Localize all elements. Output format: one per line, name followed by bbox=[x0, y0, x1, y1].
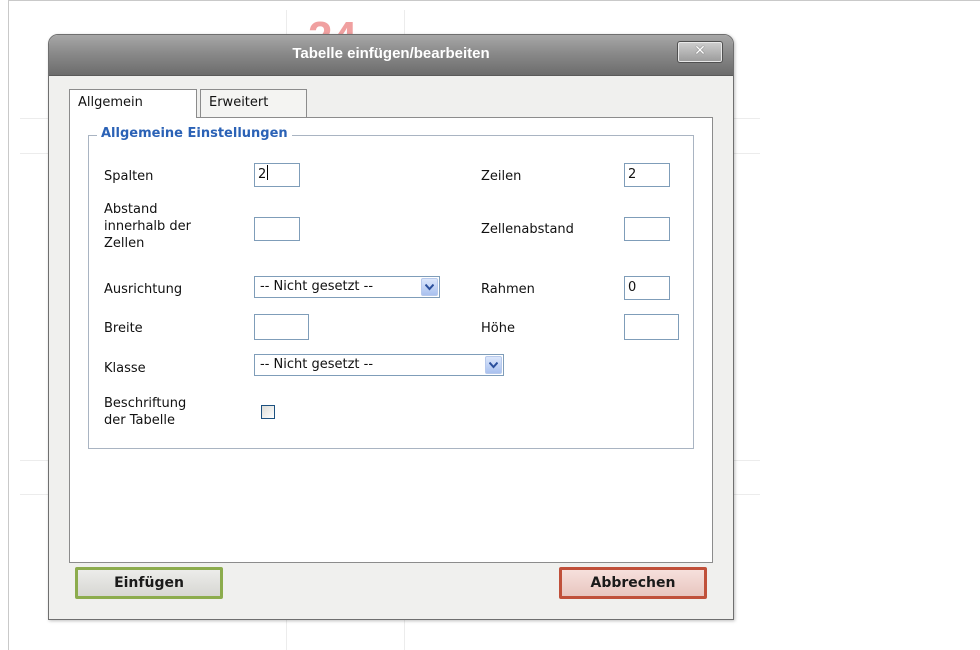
fieldset-legend: Allgemeine Einstellungen bbox=[97, 126, 292, 141]
rahmen-input[interactable]: 0 bbox=[624, 276, 670, 300]
breite-label: Breite bbox=[104, 321, 143, 336]
zeilen-label: Zeilen bbox=[481, 169, 522, 184]
beschriftung-label-line2: der Tabelle bbox=[104, 413, 175, 428]
close-button[interactable]: ✕ bbox=[677, 41, 723, 63]
desktop: 24 Tabelle einfügen/bearbeiten ✕ Allgeme… bbox=[0, 0, 980, 650]
rahmen-value: 0 bbox=[628, 280, 637, 295]
table-dialog: Tabelle einfügen/bearbeiten ✕ Allgemein … bbox=[48, 34, 734, 620]
text-cursor bbox=[267, 165, 269, 180]
tab-allgemein[interactable]: Allgemein bbox=[69, 89, 197, 118]
ausrichtung-selected: -- Nicht gesetzt -- bbox=[260, 279, 374, 294]
klasse-selected: -- Nicht gesetzt -- bbox=[260, 357, 374, 372]
zellenabstand-label: Zellenabstand bbox=[481, 222, 574, 237]
zellenabstand-input[interactable] bbox=[624, 217, 670, 241]
spalten-label: Spalten bbox=[104, 169, 154, 184]
tab-panel-allgemein: Allgemeine Einstellungen Spalten 2 Zeile… bbox=[69, 117, 713, 563]
beschriftung-label-line1: Beschriftung bbox=[104, 396, 187, 411]
chevron-down-icon bbox=[485, 356, 502, 374]
beschriftung-checkbox[interactable] bbox=[261, 405, 275, 419]
settings-fieldset: Allgemeine Einstellungen Spalten 2 Zeile… bbox=[88, 126, 694, 449]
klasse-label: Klasse bbox=[104, 361, 146, 376]
abstand-label-line3: Zellen bbox=[104, 236, 145, 251]
rahmen-label: Rahmen bbox=[481, 282, 535, 297]
abstand-input[interactable] bbox=[254, 217, 300, 241]
dialog-title: Tabelle einfügen/bearbeiten bbox=[292, 45, 490, 62]
breite-input[interactable] bbox=[254, 314, 309, 340]
spalten-input[interactable]: 2 bbox=[254, 163, 300, 187]
abstand-label-line2: innerhalb der bbox=[104, 219, 192, 234]
tab-erweitert[interactable]: Erweitert bbox=[200, 89, 307, 117]
insert-button[interactable]: Einfügen bbox=[75, 567, 223, 599]
hoehe-input[interactable] bbox=[624, 314, 679, 340]
hoehe-label: Höhe bbox=[481, 321, 515, 336]
ausrichtung-select[interactable]: -- Nicht gesetzt -- bbox=[254, 276, 440, 298]
cancel-button[interactable]: Abbrechen bbox=[559, 567, 707, 599]
ausrichtung-label: Ausrichtung bbox=[104, 282, 183, 297]
klasse-select[interactable]: -- Nicht gesetzt -- bbox=[254, 354, 504, 376]
close-icon: ✕ bbox=[694, 43, 706, 59]
abstand-label-line1: Abstand bbox=[104, 202, 158, 217]
dialog-titlebar[interactable]: Tabelle einfügen/bearbeiten ✕ bbox=[49, 35, 733, 76]
zeilen-value: 2 bbox=[628, 167, 637, 182]
spalten-value: 2 bbox=[258, 167, 267, 182]
chevron-down-icon bbox=[421, 278, 438, 296]
zeilen-input[interactable]: 2 bbox=[624, 163, 670, 187]
